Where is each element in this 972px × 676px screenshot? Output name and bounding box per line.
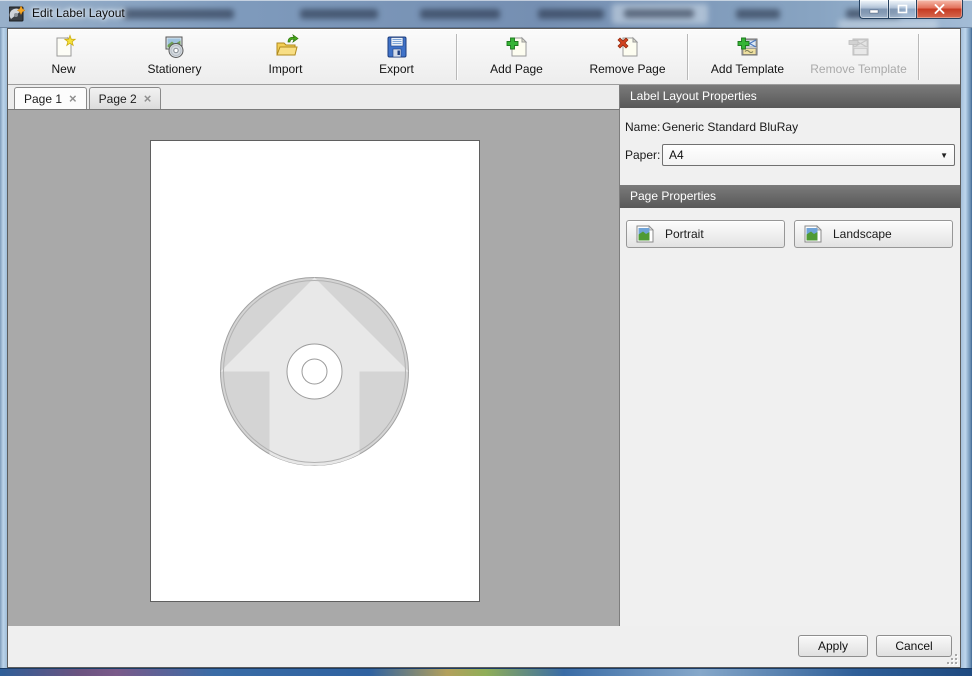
remove-template-button-label: Remove Template [810, 62, 907, 76]
properties-panel: Label Layout Properties Name: Generic St… [619, 85, 960, 626]
close-icon [934, 4, 945, 14]
page-properties-header: Page Properties [620, 185, 960, 208]
dropdown-arrow-icon: ▼ [940, 151, 948, 160]
toolbar: New Stationery Impo [8, 29, 960, 85]
stationery-button-label: Stationery [147, 62, 201, 76]
remove-template-icon [846, 34, 872, 60]
paper-label: Paper: [625, 148, 662, 162]
landscape-button-label: Landscape [833, 227, 892, 241]
layout-canvas[interactable] [8, 110, 619, 626]
footer-buttons: Apply Cancel [798, 635, 952, 657]
export-button-label: Export [379, 62, 414, 76]
paper-dropdown[interactable]: A4 ▼ [662, 144, 955, 166]
tab-page-2[interactable]: Page 2 × [89, 87, 162, 109]
minimize-icon [869, 5, 879, 14]
page-tabstrip: Page 1 × Page 2 × [8, 85, 619, 110]
export-floppy-icon [384, 34, 410, 60]
portrait-image-icon [634, 223, 656, 245]
tab-page-1-label: Page 1 [24, 92, 62, 106]
add-template-button[interactable]: Add Template [692, 31, 803, 83]
import-folder-icon [273, 34, 299, 60]
name-label: Name: [625, 120, 662, 134]
window-border-right [961, 28, 972, 668]
label-layout-properties-header: Label Layout Properties [620, 85, 960, 108]
tab-page-1[interactable]: Page 1 × [14, 87, 87, 109]
apply-button[interactable]: Apply [798, 635, 868, 657]
blurred-background-blob [538, 9, 604, 19]
import-button-label: Import [268, 62, 302, 76]
tab-page-1-close-icon[interactable]: × [69, 92, 77, 105]
name-row: Name: Generic Standard BluRay [620, 119, 960, 135]
remove-template-button: Remove Template [803, 31, 914, 83]
new-document-icon [51, 34, 77, 60]
portrait-button[interactable]: Portrait [626, 220, 785, 248]
landscape-button[interactable]: Landscape [794, 220, 953, 248]
edit-label-layout-window: Edit Label Layout [0, 0, 972, 676]
close-button[interactable] [917, 0, 963, 19]
cancel-button[interactable]: Cancel [876, 635, 952, 657]
label-page-sheet[interactable] [150, 140, 480, 602]
maximize-icon [897, 4, 908, 14]
content-row: Page 1 × Page 2 × [8, 85, 960, 626]
blurred-background-blob [838, 20, 938, 28]
window-border-left [0, 28, 7, 668]
remove-page-button-label: Remove Page [589, 62, 665, 76]
paper-dropdown-value: A4 [669, 148, 684, 162]
add-page-icon [504, 34, 530, 60]
name-value: Generic Standard BluRay [662, 120, 798, 134]
add-page-button[interactable]: Add Page [461, 31, 572, 83]
toolbar-separator [687, 34, 688, 80]
titlebar[interactable]: Edit Label Layout [0, 0, 972, 28]
minimize-button[interactable] [859, 0, 888, 19]
add-page-button-label: Add Page [490, 62, 543, 76]
blurred-background-blob [624, 9, 694, 18]
window-border-bottom [0, 668, 972, 676]
paper-row: Paper: A4 ▼ [620, 144, 960, 166]
blurred-background-blob [736, 9, 780, 19]
remove-page-icon [615, 34, 641, 60]
toolbar-separator [456, 34, 457, 80]
add-template-button-label: Add Template [711, 62, 784, 76]
maximize-button[interactable] [888, 0, 917, 19]
window-controls [859, 0, 963, 19]
import-button[interactable]: Import [230, 31, 341, 83]
landscape-image-icon [802, 223, 824, 245]
tab-page-2-label: Page 2 [99, 92, 137, 106]
new-button-label: New [51, 62, 75, 76]
tab-page-2-close-icon[interactable]: × [144, 92, 152, 105]
dialog-client-area: New Stationery Impo [7, 28, 961, 668]
new-button[interactable]: New [8, 31, 119, 83]
app-icon [9, 6, 25, 22]
stationery-button[interactable]: Stationery [119, 31, 230, 83]
stationery-icon [162, 34, 188, 60]
disc-label-shape[interactable] [219, 276, 410, 467]
toolbar-separator [918, 34, 919, 80]
blurred-background-blob [122, 9, 234, 19]
portrait-button-label: Portrait [665, 227, 704, 241]
blurred-background-blob [300, 9, 378, 19]
footer-bar: Apply Cancel [8, 626, 960, 667]
window-title: Edit Label Layout [32, 6, 125, 20]
canvas-column: Page 1 × Page 2 × [8, 85, 619, 626]
export-button[interactable]: Export [341, 31, 452, 83]
resize-grip[interactable] [947, 654, 957, 664]
remove-page-button[interactable]: Remove Page [572, 31, 683, 83]
add-template-icon [735, 34, 761, 60]
blurred-background-blob [420, 9, 500, 19]
orientation-row: Portrait Landscape [620, 220, 960, 248]
